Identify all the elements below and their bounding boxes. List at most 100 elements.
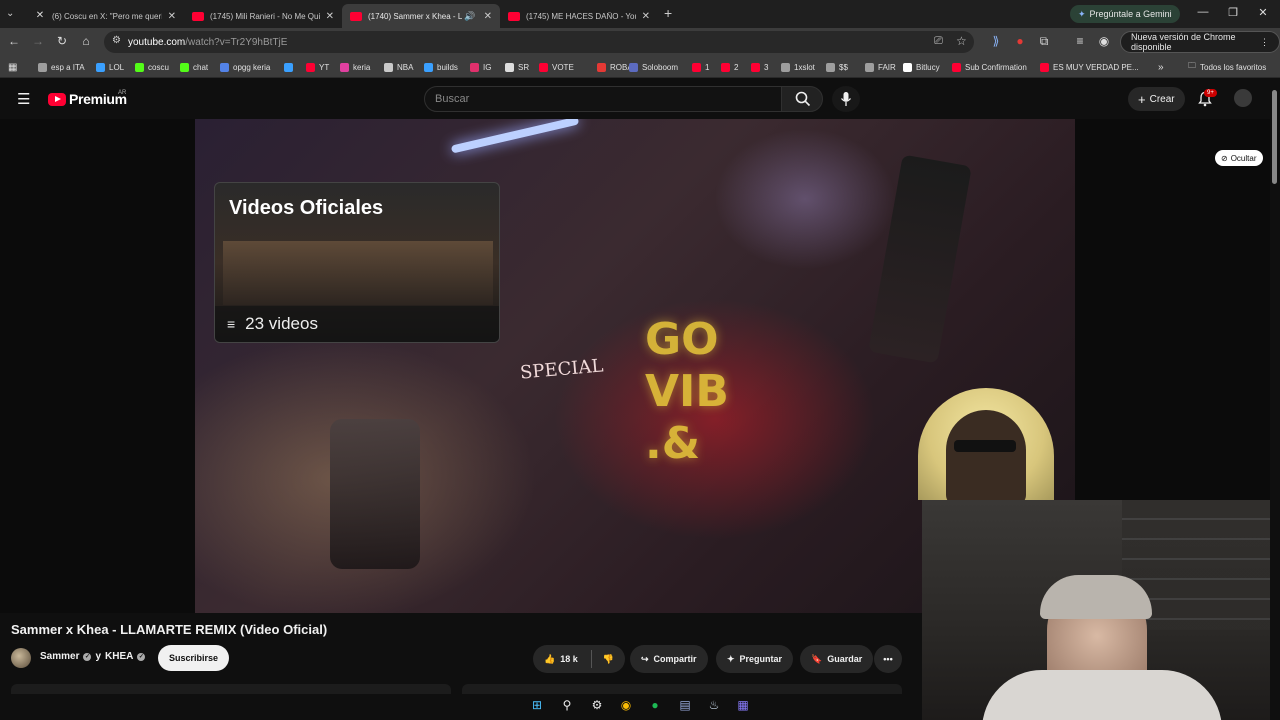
taskbar-app-icon[interactable]: ⚙: [589, 697, 605, 713]
home-icon[interactable]: ⌂: [78, 34, 94, 48]
bookmark-item[interactable]: chat: [180, 60, 208, 74]
bookmark-favicon-icon: [470, 62, 479, 72]
reload-icon[interactable]: ↻: [54, 34, 70, 48]
bookmark-item[interactable]: VOTE: [539, 60, 574, 74]
like-divider: [590, 650, 592, 668]
bookmark-item[interactable]: Bitlucy: [903, 60, 940, 74]
account-avatar[interactable]: [1234, 89, 1252, 107]
app-grid-icon[interactable]: ▦: [735, 697, 751, 713]
save-label: Guardar: [827, 654, 863, 664]
bookmark-item[interactable]: FAIR: [865, 60, 896, 74]
bookmark-label: ES MUY VERDAD PE...: [1053, 62, 1139, 72]
extension-voice-icon[interactable]: ⟫: [988, 34, 1004, 48]
channel-name-1[interactable]: Sammer: [40, 651, 79, 662]
youtube-header: ☰ Premium AR Buscar + Crear 9+: [0, 79, 1280, 119]
hide-button[interactable]: ⊘ Ocultar: [1215, 150, 1263, 166]
gemini-button[interactable]: ✦ Pregúntale a Gemini: [1070, 5, 1180, 23]
bookmark-star-icon[interactable]: ☆: [956, 34, 967, 48]
steam-icon[interactable]: ♨: [706, 697, 722, 713]
bookmark-item[interactable]: keria: [340, 60, 370, 74]
bookmark-label: LOL: [109, 62, 125, 72]
profile-avatar-icon[interactable]: ◉: [1096, 34, 1112, 48]
tab-close-icon[interactable]: ✕: [164, 11, 176, 22]
bookmark-item[interactable]: builds: [424, 60, 458, 74]
taskbar-search-icon[interactable]: ⚲: [559, 697, 575, 713]
youtube-premium-logo[interactable]: Premium: [48, 91, 127, 107]
chrome-icon[interactable]: ◉: [618, 697, 634, 713]
tab-3[interactable]: (1745) ME HACES DAÑO - YouTu ✕: [500, 4, 658, 28]
close-window-icon[interactable]: ✕: [1254, 6, 1272, 19]
bookmark-item[interactable]: 3: [751, 60, 768, 74]
channel-avatar[interactable]: [11, 648, 31, 668]
browser-toolbar: ← → ↻ ⌂ ⚙ youtube.com/watch?v=Tr2Y9hBtTj…: [0, 28, 1280, 56]
create-button[interactable]: + Crear: [1128, 87, 1185, 111]
apps-grid-icon[interactable]: ▦: [8, 60, 17, 74]
bookmark-favicon-icon: [826, 62, 835, 72]
bookmark-item[interactable]: 1xslot: [781, 60, 815, 74]
thumbs-down-icon[interactable]: 👎: [603, 654, 614, 665]
search-button[interactable]: [781, 86, 823, 112]
bookmark-item[interactable]: 1: [692, 60, 709, 74]
bookmark-item[interactable]: Soloboom: [629, 60, 678, 74]
voice-search-button[interactable]: [832, 86, 860, 112]
folder-icon: 🗀: [1188, 61, 1196, 70]
bookmark-item[interactable]: [284, 60, 297, 74]
bookmark-item[interactable]: SR: [505, 60, 529, 74]
extensions-puzzle-icon[interactable]: ⧉: [1036, 34, 1052, 49]
new-tab-button[interactable]: +: [664, 5, 672, 21]
hamburger-menu-icon[interactable]: ☰: [17, 90, 30, 108]
scrollbar-thumb[interactable]: [1272, 90, 1277, 184]
tab-title: (1740) Sammer x Khea - LLA: [368, 11, 462, 21]
bookmark-item[interactable]: coscu: [135, 60, 169, 74]
channel-name-2[interactable]: KHEA: [105, 651, 133, 662]
tab-close-icon[interactable]: ✕: [480, 11, 492, 22]
bookmark-item[interactable]: Sub Confirmation: [952, 60, 1027, 74]
bookmark-item[interactable]: ES MUY VERDAD PE...: [1040, 60, 1139, 74]
reading-list-icon[interactable]: ≡: [1072, 34, 1088, 48]
bookmark-item[interactable]: NBA: [384, 60, 413, 74]
tab-0[interactable]: ✕ (6) Coscu en X: "Pero me quería ✕: [26, 4, 184, 28]
bookmarks-overflow-icon[interactable]: »: [1158, 60, 1164, 74]
bookmark-item[interactable]: LOL: [96, 60, 124, 74]
bookmark-item[interactable]: IG: [470, 60, 491, 74]
back-icon[interactable]: ←: [6, 34, 22, 48]
bookmark-item[interactable]: $$: [826, 60, 848, 74]
kebab-menu-icon[interactable]: ⋮: [1260, 37, 1269, 48]
tab-2-active[interactable]: (1740) Sammer x Khea - LLA 🔊 ✕: [342, 4, 500, 28]
tab-title: (1745) ME HACES DAÑO - YouTu: [526, 11, 636, 21]
restore-icon[interactable]: ❐: [1224, 6, 1242, 19]
share-button[interactable]: ↪ Compartir: [630, 645, 708, 673]
tab-1[interactable]: (1745) Mili Ranieri - No Me Quie ✕: [184, 4, 342, 28]
subscribe-button[interactable]: Suscribirse: [158, 645, 230, 671]
spotify-icon[interactable]: ●: [647, 697, 663, 713]
search-placeholder: Buscar: [435, 93, 470, 105]
save-button[interactable]: 🔖 Guardar: [800, 645, 874, 673]
tab-close-icon[interactable]: ✕: [638, 11, 650, 22]
cast-icon[interactable]: ⎚: [934, 35, 943, 48]
windows-start-icon[interactable]: ⊞: [529, 697, 545, 713]
ask-button[interactable]: ✦ Preguntar: [716, 645, 794, 673]
bookmark-item[interactable]: ROBA: [597, 60, 633, 74]
bookmark-label: coscu: [148, 62, 169, 72]
playlist-endscreen-card[interactable]: Videos Oficiales ≡ 23 videos: [214, 182, 500, 343]
more-actions-button[interactable]: •••: [874, 645, 902, 673]
bookmark-item[interactable]: esp a ITA: [38, 60, 85, 74]
playlist-icon: ≡: [227, 316, 236, 332]
tab-search-chevron-icon[interactable]: ⌄: [6, 8, 14, 19]
like-button[interactable]: 👍 18 k 👎: [533, 645, 625, 673]
all-bookmarks-folder[interactable]: 🗀 Todos los favoritos: [1188, 60, 1266, 74]
tab-close-icon[interactable]: ✕: [322, 11, 334, 22]
speaker-icon[interactable]: 🔊: [464, 11, 475, 22]
forward-icon[interactable]: →: [30, 34, 46, 48]
bookmark-favicon-icon: [384, 62, 393, 72]
extension-badge-icon[interactable]: ●: [1012, 34, 1028, 48]
bookmark-item[interactable]: 2: [721, 60, 738, 74]
address-bar[interactable]: ⚙ youtube.com/watch?v=Tr2Y9hBtTjE ⎚ ☆: [104, 31, 974, 53]
bookmark-item[interactable]: opgg keria: [220, 60, 270, 74]
search-input[interactable]: Buscar: [424, 86, 782, 112]
bookmark-item[interactable]: YT: [306, 60, 329, 74]
minimize-icon[interactable]: —: [1194, 6, 1212, 18]
site-info-icon[interactable]: ⚙: [112, 35, 121, 46]
chrome-update-button[interactable]: Nueva versión de Chrome disponible ⋮: [1120, 31, 1280, 53]
notepad-icon[interactable]: ▤: [677, 697, 693, 713]
